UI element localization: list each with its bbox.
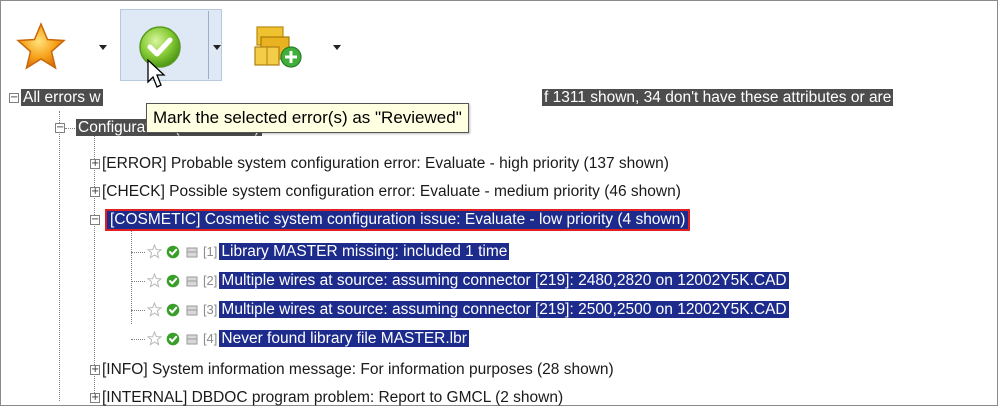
- collapse-toggle[interactable]: −: [9, 93, 19, 103]
- star-dropdown-arrow[interactable]: [99, 45, 107, 50]
- toolbar-separator: [208, 11, 209, 79]
- tree-guide-line: [59, 111, 60, 401]
- item-index: [3]: [202, 302, 218, 317]
- item-label: Multiple wires at source: assuming conne…: [219, 301, 789, 318]
- tree-guide-line: [131, 310, 145, 311]
- expand-toggle[interactable]: +: [90, 365, 100, 375]
- tree-guide-line: [131, 281, 145, 282]
- error-item-row[interactable]: [3] Multiple wires at source: assuming co…: [147, 299, 789, 321]
- item-label: Multiple wires at source: assuming conne…: [219, 272, 789, 289]
- tree-root-row[interactable]: All errors w: [21, 87, 103, 109]
- package-icon: [186, 334, 198, 345]
- star-outline-icon[interactable]: [147, 244, 162, 260]
- category-row-check[interactable]: [CHECK] Possible system configuration er…: [102, 181, 681, 203]
- item-index: [2]: [202, 273, 218, 288]
- category-label: [INTERNAL] DBDOC program problem: Report…: [102, 389, 564, 406]
- error-item-row[interactable]: [4] Never found library file MASTER.lbr: [147, 328, 469, 350]
- expand-toggle[interactable]: +: [90, 393, 100, 403]
- item-label: Library MASTER missing: included 1 time: [219, 243, 510, 260]
- package-icon: [186, 305, 198, 316]
- error-item-row[interactable]: [2] Multiple wires at source: assuming co…: [147, 270, 789, 292]
- tree-guide-line: [65, 128, 75, 129]
- category-label: [CHECK] Possible system configuration er…: [102, 183, 681, 200]
- star-outline-icon[interactable]: [147, 273, 162, 289]
- item-label: Never found library file MASTER.lbr: [219, 330, 469, 347]
- error-tree[interactable]: − All errors w f 1311 shown, 34 don't ha…: [1, 87, 998, 407]
- tree-root-row-right: f 1311 shown, 34 don't have these attrib…: [542, 87, 894, 109]
- category-row-info[interactable]: [INFO] System information message: For i…: [102, 359, 614, 381]
- package-add-icon: [254, 26, 302, 68]
- package-icon: [186, 247, 198, 258]
- reviewed-check-icon[interactable]: [166, 245, 180, 259]
- expand-toggle[interactable]: +: [90, 159, 100, 169]
- mouse-cursor-icon: [147, 59, 166, 88]
- tree-guide-line: [94, 133, 95, 403]
- category-label-highlighted: [COSMETIC] Cosmetic system configuration…: [105, 209, 691, 231]
- reviewed-check-icon[interactable]: [166, 332, 180, 346]
- category-row-error[interactable]: [ERROR] Probable system configuration er…: [102, 153, 669, 175]
- collapse-toggle[interactable]: −: [90, 215, 100, 225]
- star-outline-icon[interactable]: [147, 331, 162, 347]
- package-icon: [186, 276, 198, 287]
- star-outline-icon[interactable]: [147, 302, 162, 318]
- app-window: Mark the selected error(s) as "Reviewed"…: [0, 0, 998, 406]
- root-label-right: f 1311 shown, 34 don't have these attrib…: [542, 89, 894, 106]
- star-button[interactable]: [15, 21, 67, 73]
- category-row-cosmetic[interactable]: [COSMETIC] Cosmetic system configuration…: [105, 209, 691, 231]
- tree-guide-line: [131, 339, 145, 340]
- tree-guide-line: [131, 224, 132, 324]
- category-label: [INFO] System information message: For i…: [102, 361, 614, 378]
- toolbar: [1, 1, 998, 88]
- star-icon: [16, 22, 66, 70]
- reviewed-check-icon[interactable]: [166, 274, 180, 288]
- package-dropdown-arrow[interactable]: [333, 45, 341, 50]
- item-index: [1]: [202, 244, 218, 259]
- item-index: [4]: [202, 331, 218, 346]
- reviewed-dropdown-arrow[interactable]: [213, 45, 221, 50]
- root-label: All errors w: [21, 89, 103, 106]
- collapse-toggle[interactable]: −: [55, 123, 65, 133]
- tree-guide-line: [131, 252, 145, 253]
- expand-toggle[interactable]: +: [90, 187, 100, 197]
- category-label: [ERROR] Probable system configuration er…: [102, 155, 669, 172]
- reviewed-check-icon[interactable]: [166, 303, 180, 317]
- tooltip: Mark the selected error(s) as "Reviewed": [146, 103, 469, 133]
- package-add-button[interactable]: [251, 21, 305, 73]
- error-item-row[interactable]: [1] Library MASTER missing: included 1 ti…: [147, 241, 510, 263]
